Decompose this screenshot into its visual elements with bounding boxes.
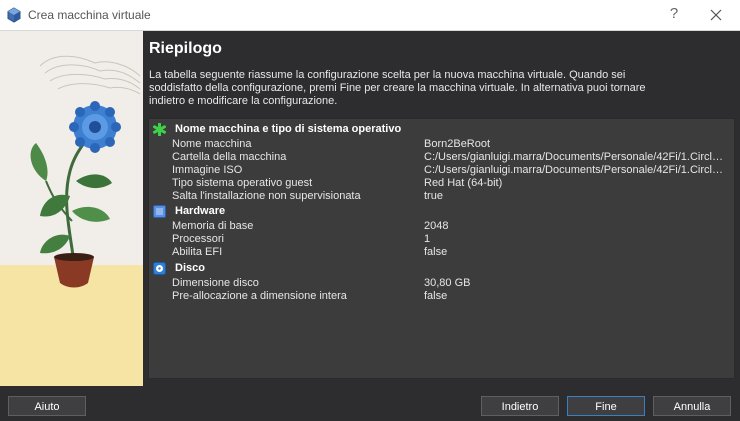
disk-icon: [153, 262, 166, 275]
section-title: Hardware: [175, 205, 226, 217]
summary-row: Abilita EFI false: [149, 246, 734, 259]
row-key: Processori: [172, 233, 224, 245]
page-title: Riepilogo: [149, 40, 222, 57]
summary-row: Memoria di base 2048: [149, 220, 734, 233]
row-key: Immagine ISO: [172, 164, 243, 176]
summary-row: Immagine ISO C:/Users/gianluigi.marra/Do…: [149, 164, 734, 177]
row-key: Cartella della macchina: [172, 151, 287, 163]
summary-row: Cartella della macchina C:/Users/gianlui…: [149, 151, 734, 164]
cancel-button[interactable]: Annulla: [653, 396, 731, 416]
finish-button[interactable]: Fine: [567, 396, 645, 416]
row-value: Red Hat (64-bit): [424, 177, 503, 189]
title-bar: Crea macchina virtuale ?: [0, 0, 740, 31]
hardware-chip-icon: [153, 205, 166, 218]
row-key: Pre-allocazione a dimensione intera: [172, 290, 347, 302]
row-value: true: [424, 190, 443, 202]
help-button[interactable]: Aiuto: [8, 396, 86, 416]
row-value: C:/Users/gianluigi.marra/Documents/Perso…: [424, 151, 729, 163]
row-key: Salta l'installazione non supervisionata: [172, 190, 361, 202]
row-value: 30,80 GB: [424, 277, 471, 289]
row-key: Tipo sistema operativo guest: [172, 177, 313, 189]
summary-row: Pre-allocazione a dimensione intera fals…: [149, 290, 734, 303]
button-bar: Aiuto Indietro Fine Annulla: [0, 386, 740, 421]
section-title: Nome macchina e tipo di sistema operativ…: [175, 123, 402, 135]
row-key: Dimensione disco: [172, 277, 259, 289]
row-key: Nome macchina: [172, 138, 252, 150]
wizard-illustration: [0, 31, 143, 386]
page-description: La tabella seguente riassume la configur…: [149, 69, 646, 107]
summary-row: Processori 1: [149, 233, 734, 246]
plant-illustration: [0, 31, 143, 386]
close-icon[interactable]: [710, 9, 722, 21]
row-value: 2048: [424, 220, 449, 232]
summary-row: Nome macchina Born2BeRoot: [149, 138, 734, 151]
virtualbox-app-icon: [7, 7, 21, 23]
row-value: false: [424, 246, 448, 258]
section-disk: Disco: [149, 261, 734, 276]
row-value: Born2BeRoot: [424, 138, 491, 150]
section-title: Disco: [175, 262, 205, 274]
summary-row: Tipo sistema operativo guest Red Hat (64…: [149, 177, 734, 190]
row-key: Memoria di base: [172, 220, 254, 232]
back-button[interactable]: Indietro: [481, 396, 559, 416]
green-star-icon: [153, 123, 166, 136]
summary-tree[interactable]: Nome macchina e tipo di sistema operativ…: [148, 118, 735, 379]
section-hardware: Hardware: [149, 204, 734, 219]
row-value: C:/Users/gianluigi.marra/Documents/Perso…: [424, 164, 729, 176]
summary-row: Salta l'installazione non supervisionata…: [149, 190, 734, 203]
section-name-os: Nome macchina e tipo di sistema operativ…: [149, 122, 734, 137]
summary-row: Dimensione disco 30,80 GB: [149, 277, 734, 290]
row-value: 1: [424, 233, 431, 245]
window-title: Crea macchina virtuale: [28, 8, 151, 22]
row-key: Abilita EFI: [172, 246, 223, 258]
help-icon[interactable]: ?: [667, 5, 681, 22]
row-value: false: [424, 290, 448, 302]
